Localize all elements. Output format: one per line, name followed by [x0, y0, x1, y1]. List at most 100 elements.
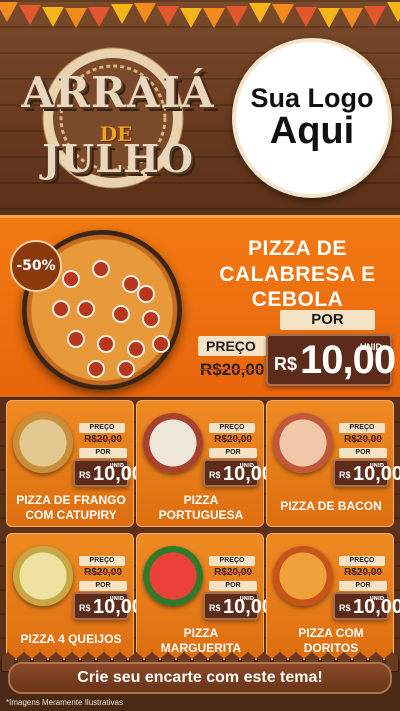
old-price: R$20,00 — [214, 567, 252, 578]
hero-offer: -50% PIZZA DE CALABRESA E CEBOLA POR PRE… — [0, 215, 400, 397]
preco-label: PREÇO — [339, 556, 385, 566]
product-name-line2: PORTUGUESA — [158, 508, 244, 522]
pepperoni-slice — [152, 335, 170, 353]
product-card[interactable]: PREÇO R$20,00 POR R$ 10,00 UNID PIZZA DE… — [266, 400, 400, 527]
unid-label: UNID — [109, 596, 124, 602]
product-name: PIZZA 4 QUEIJOS — [9, 632, 133, 647]
por-label: POR — [339, 448, 387, 458]
pepperoni-slice — [127, 340, 145, 358]
old-price: R$20,00 — [84, 434, 122, 445]
badge-subtitle: JULHO — [42, 136, 194, 181]
bunting-flag — [111, 4, 133, 25]
hero-title-line3: CEBOLA — [251, 288, 344, 312]
product-card[interactable]: PREÇO R$20,00 POR R$ 10,00 UNID PIZZA MA… — [136, 533, 273, 660]
price-box: R$ 10,00 UNID — [203, 592, 273, 620]
arraia-badge: ARRAIÁ DE JULHO — [18, 30, 214, 200]
currency: R$ — [339, 603, 351, 613]
por-label: POR — [209, 581, 257, 591]
price-box: R$ 10,00 UNID — [333, 459, 400, 487]
product-card[interactable]: PREÇO R$20,00 POR R$ 10,00 UNID PIZZA DE… — [6, 400, 143, 527]
pepperoni-slice — [92, 260, 110, 278]
pepperoni-slice — [137, 285, 155, 303]
bunting-flag — [42, 7, 64, 28]
price-box: R$ 10,00 UNID — [203, 459, 273, 487]
bunting-flag — [19, 5, 41, 26]
pepperoni-slice — [62, 270, 80, 288]
pizza-image — [13, 546, 73, 606]
product-name-line1: PIZZA — [183, 493, 219, 507]
bunting-flag — [134, 2, 156, 23]
bunting-flag — [272, 3, 294, 24]
bunting-flag — [341, 7, 363, 28]
disclaimer-text: *Imagens Meramente Ilustrativas — [6, 698, 123, 707]
product-name: PIZZA DE FRANGO COM CATUPIRY — [9, 493, 133, 523]
preco-label: PREÇO — [79, 423, 125, 433]
hero-old-price: R$20,00 — [200, 360, 265, 379]
product-grid: PREÇO R$20,00 POR R$ 10,00 UNID PIZZA DE… — [0, 397, 400, 662]
pepperoni-slice — [112, 305, 130, 323]
product-card[interactable]: PREÇO R$20,00 POR R$ 10,00 UNID PIZZA CO… — [266, 533, 400, 660]
product-name-line1: PIZZA DE BACON — [280, 499, 382, 513]
bunting-flag — [226, 6, 248, 27]
pizza-image — [13, 413, 73, 473]
product-name: PIZZA DE BACON — [269, 499, 393, 514]
pepperoni-slice — [97, 335, 115, 353]
product-name-line1: PIZZA DE FRANGO — [16, 493, 126, 507]
preco-label: PREÇO — [209, 556, 255, 566]
product-name: PIZZA PORTUGUESA — [139, 493, 263, 523]
hero-title-line2: CALABRESA E — [219, 262, 376, 286]
pepperoni-slice — [77, 300, 95, 318]
hero-por-label: POR — [280, 310, 375, 330]
product-name-line2: COM CATUPIRY — [25, 508, 117, 522]
old-price: R$20,00 — [344, 434, 382, 445]
bunting-flag — [249, 3, 271, 24]
hero-preco-label: PREÇO — [198, 336, 266, 356]
bunting-flag — [65, 7, 87, 28]
por-label: POR — [79, 581, 127, 591]
bunting-flag — [0, 2, 18, 22]
unid-label: UNID — [369, 596, 384, 602]
unid-label: UNID — [239, 463, 254, 469]
logo-text-line1: Sua Logo — [250, 82, 374, 113]
hero-unid-label: UNID — [360, 342, 382, 352]
pepperoni-slice — [67, 330, 85, 348]
currency: R$ — [209, 603, 221, 613]
currency: R$ — [79, 470, 91, 480]
por-label: POR — [339, 581, 387, 591]
bunting-flag — [318, 7, 340, 28]
hero-title-line1: PIZZA DE — [248, 237, 347, 260]
bunting-flag — [387, 2, 400, 23]
bunting-flag — [157, 5, 179, 26]
preco-label: PREÇO — [339, 423, 385, 433]
product-name-line1: PIZZA COM — [298, 626, 364, 640]
hero-currency: R$ — [274, 354, 298, 374]
logo-text-line2: Aqui — [269, 110, 355, 153]
badge-title: ARRAIÁ — [21, 68, 215, 117]
pizza-image — [273, 546, 333, 606]
hero-product-title: PIZZA DE CALABRESA E CEBOLA — [205, 236, 390, 313]
old-price: R$20,00 — [214, 434, 252, 445]
price-box: R$ 10,00 UNID — [73, 592, 143, 620]
product-name-line1: PIZZA 4 QUEIJOS — [20, 632, 122, 646]
product-card[interactable]: PREÇO R$20,00 POR R$ 10,00 UNID PIZZA 4 … — [6, 533, 143, 660]
preco-label: PREÇO — [79, 556, 125, 566]
logo-placeholder[interactable]: Sua Logo Aqui — [232, 38, 392, 198]
product-name-line1: PIZZA — [183, 626, 219, 640]
unid-label: UNID — [109, 463, 124, 469]
unid-label: UNID — [239, 596, 254, 602]
pepperoni-slice — [87, 360, 105, 378]
header-banner: ARRAIÁ DE JULHO Sua Logo Aqui — [0, 0, 400, 215]
price-box: R$ 10,00 UNID — [333, 592, 400, 620]
bunting-flag — [88, 6, 110, 27]
preco-label: PREÇO — [209, 423, 255, 433]
cta-button[interactable]: Crie seu encarte com este tema! — [8, 662, 392, 694]
pizza-image — [273, 413, 333, 473]
price-box: R$ 10,00 UNID — [73, 459, 143, 487]
currency: R$ — [209, 470, 221, 480]
old-price: R$20,00 — [84, 567, 122, 578]
pizza-image — [143, 413, 203, 473]
old-price: R$20,00 — [344, 567, 382, 578]
hero-price-box: R$ 10,00 UNID — [266, 334, 396, 386]
currency: R$ — [339, 470, 351, 480]
product-card[interactable]: PREÇO R$20,00 POR R$ 10,00 UNID PIZZA PO… — [136, 400, 273, 527]
